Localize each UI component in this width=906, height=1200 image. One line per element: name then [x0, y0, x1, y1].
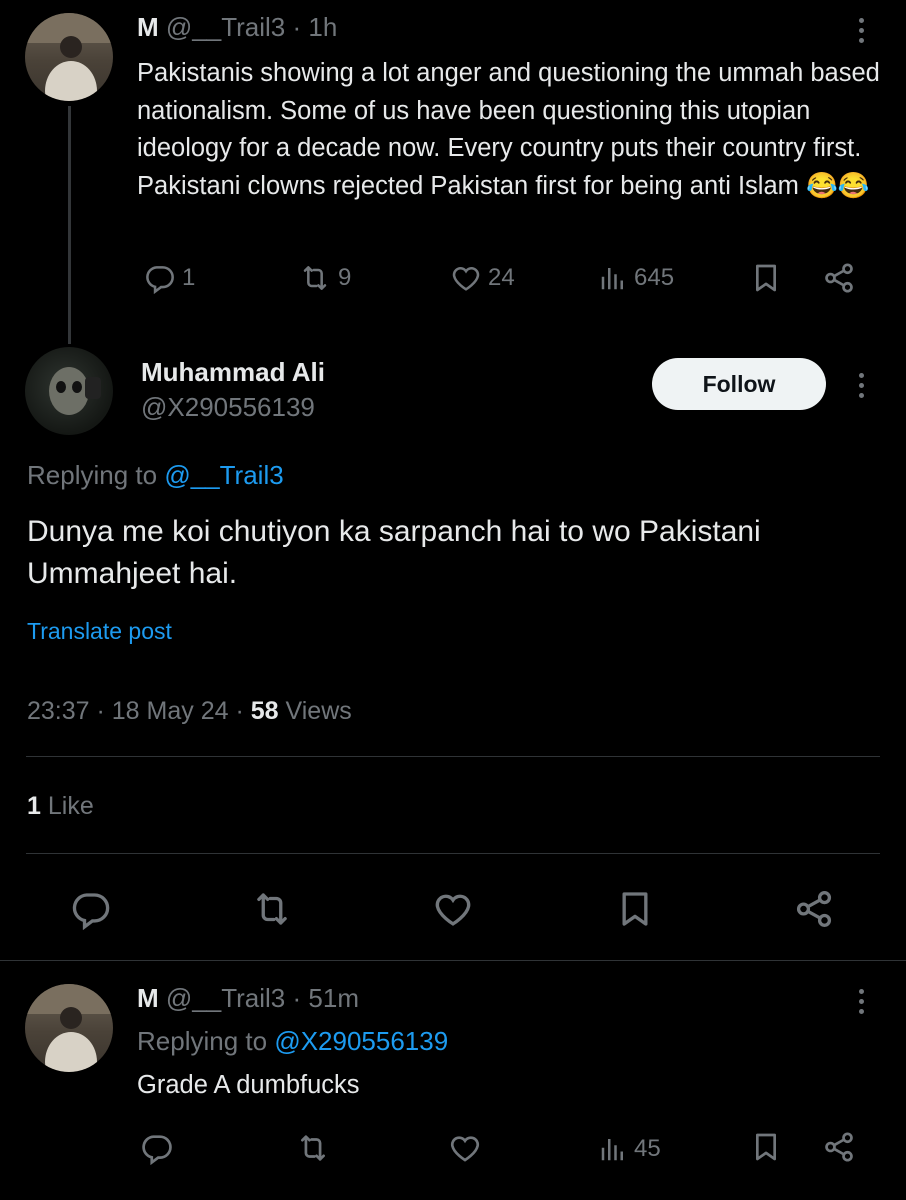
replying-to-label: Replying to: [137, 1026, 268, 1056]
share-icon: [793, 886, 835, 932]
share-button[interactable]: [793, 886, 835, 932]
display-name[interactable]: M: [137, 983, 159, 1013]
thread-line: [68, 106, 71, 344]
tweet-text: Pakistanis showing a lot anger and quest…: [137, 59, 880, 200]
reply-icon: [140, 1131, 174, 1165]
follow-button[interactable]: Follow: [652, 358, 826, 410]
like-button[interactable]: 24: [450, 262, 515, 294]
share-icon: [822, 1129, 856, 1165]
avatar[interactable]: [25, 13, 113, 101]
heart-icon: [448, 1131, 482, 1165]
like-button[interactable]: [448, 1131, 482, 1165]
display-name[interactable]: M: [137, 12, 159, 42]
bookmark-icon: [750, 260, 782, 296]
share-button[interactable]: [822, 260, 856, 296]
views-button[interactable]: 45: [598, 1133, 661, 1165]
display-name[interactable]: Muhammad Ali: [141, 357, 325, 388]
divider: [0, 960, 906, 961]
repost-icon: [298, 262, 332, 294]
tweet-header: M @__Trail3 · 1h: [137, 12, 337, 43]
views-count: 58: [250, 697, 279, 725]
replying-to: Replying to @__Trail3: [27, 460, 284, 491]
tweet-header: M @__Trail3 · 51m: [137, 983, 359, 1014]
likes-label: Like: [47, 792, 94, 820]
repost-icon: [250, 888, 294, 930]
tweet-text: Grade A dumbfucks: [137, 1071, 360, 1099]
repost-icon: [295, 1131, 331, 1165]
views-icon: [598, 262, 628, 294]
reply-count: 1: [182, 264, 196, 291]
more-options-icon[interactable]: [856, 989, 866, 1019]
share-icon: [822, 260, 856, 296]
bookmark-button[interactable]: [750, 1129, 782, 1165]
repost-button[interactable]: [250, 888, 294, 930]
masked-figure-icon: [49, 367, 101, 415]
views-label: Views: [285, 697, 352, 725]
reply-icon: [70, 888, 112, 930]
like-button[interactable]: [432, 888, 474, 930]
views-icon: [598, 1133, 628, 1165]
time[interactable]: · 1h: [293, 12, 338, 42]
handle[interactable]: @X290556139: [141, 392, 315, 423]
divider: [26, 756, 880, 757]
person-photo-icon: [25, 13, 113, 101]
reply-icon: [144, 262, 176, 294]
views-count: 45: [634, 1135, 661, 1162]
tweet-text: Dunya me koi chutiyon ka sarpanch hai to…: [27, 515, 761, 590]
timestamp[interactable]: 23:37 · 18 May 24 ·: [27, 697, 244, 725]
tweet-meta: 23:37 · 18 May 24 · 58 Views: [27, 697, 352, 726]
reply-button[interactable]: [70, 888, 112, 930]
views-count: 645: [634, 264, 675, 291]
likes-count: 1: [27, 792, 41, 820]
repost-count: 9: [338, 264, 352, 291]
replying-to-handle[interactable]: @X290556139: [274, 1026, 448, 1056]
share-button[interactable]: [822, 1129, 856, 1165]
more-options-icon[interactable]: [856, 373, 866, 403]
heart-icon: [432, 888, 474, 930]
likes-summary[interactable]: 1 Like: [27, 792, 94, 821]
replying-to: Replying to @X290556139: [137, 1026, 448, 1057]
heart-icon: [450, 262, 482, 294]
bookmark-button[interactable]: [615, 886, 655, 932]
repost-button[interactable]: 9: [298, 262, 351, 294]
avatar[interactable]: [25, 984, 113, 1072]
avatar[interactable]: [25, 347, 113, 435]
replying-to-handle[interactable]: @__Trail3: [164, 460, 283, 490]
reply-button[interactable]: 1: [144, 262, 195, 294]
handle[interactable]: @__Trail3: [166, 12, 285, 42]
divider: [26, 853, 880, 854]
time[interactable]: · 51m: [293, 983, 359, 1013]
bookmark-button[interactable]: [750, 260, 782, 296]
translate-post-link[interactable]: Translate post: [27, 618, 172, 645]
repost-button[interactable]: [295, 1131, 331, 1165]
more-options-icon[interactable]: [856, 18, 866, 48]
bookmark-icon: [750, 1129, 782, 1165]
like-count: 24: [488, 264, 515, 291]
replying-to-label: Replying to: [27, 460, 158, 490]
handle[interactable]: @__Trail3: [166, 983, 285, 1013]
reply-button[interactable]: [140, 1131, 174, 1165]
views-button[interactable]: 645: [598, 262, 674, 294]
person-photo-icon: [25, 984, 113, 1072]
bookmark-icon: [615, 886, 655, 932]
